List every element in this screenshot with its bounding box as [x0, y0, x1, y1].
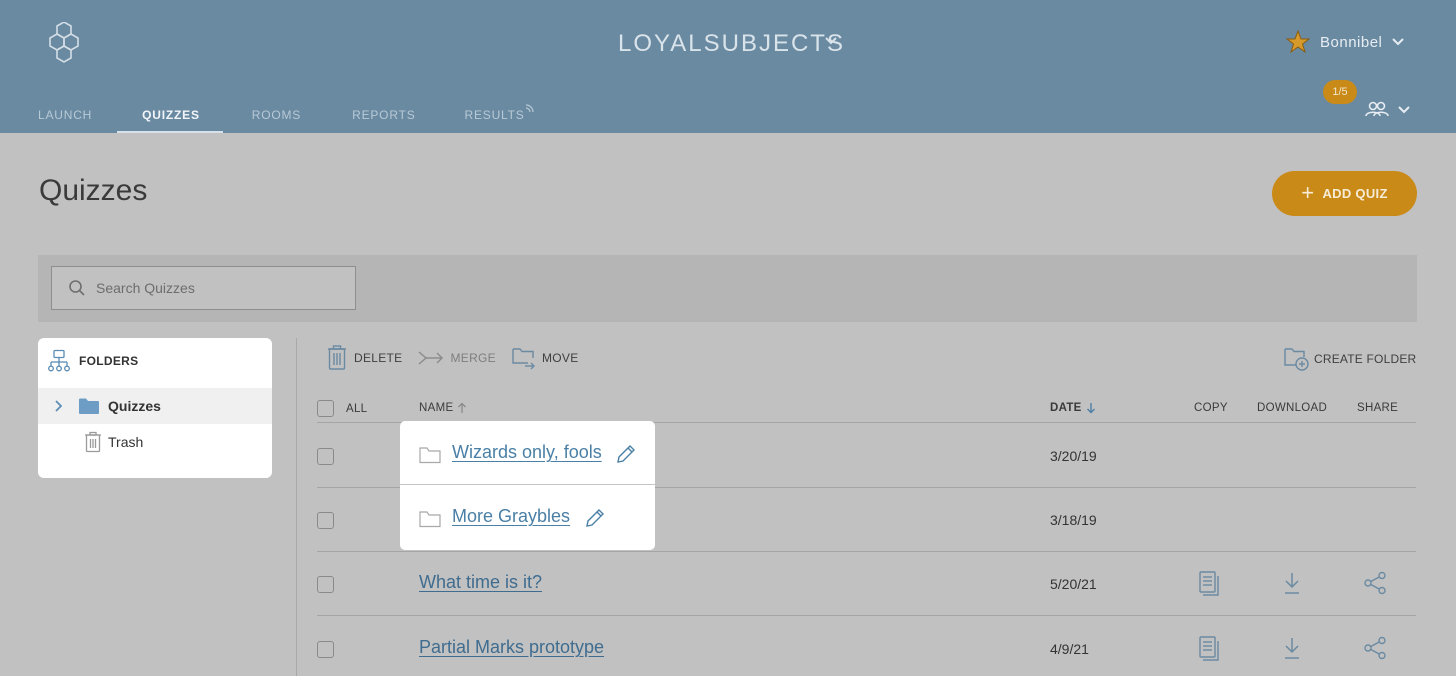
main-nav: LAUNCH QUIZZES ROOMS REPORTS RESULTS [0, 96, 534, 133]
tab-reports[interactable]: REPORTS [352, 96, 415, 133]
download-icon[interactable] [1283, 636, 1301, 660]
create-folder-icon [1284, 348, 1309, 371]
table-row[interactable]: Partial Marks prototype 4/9/21 [317, 617, 1416, 676]
app-logo-icon[interactable] [44, 22, 84, 66]
sort-up-icon [458, 402, 467, 413]
account-name[interactable]: LOYALSUBJECTS [618, 30, 845, 58]
sort-down-icon [1086, 403, 1095, 414]
plus-icon: + [1301, 179, 1315, 205]
page-title: Quizzes [39, 174, 148, 207]
date-header-label: DATE [1050, 402, 1082, 414]
user-menu[interactable]: Bonnibel [1286, 30, 1405, 54]
date-column-header[interactable]: DATE [1050, 402, 1096, 414]
rooms-users-icon[interactable] [1364, 100, 1390, 118]
pencil-icon[interactable] [616, 444, 636, 464]
trash-icon [328, 345, 346, 370]
tab-launch[interactable]: LAUNCH [38, 96, 92, 133]
folders-heading-label: FOLDERS [79, 354, 139, 368]
search-input[interactable] [96, 280, 346, 296]
folder-name-link[interactable]: More Graybles [452, 506, 570, 527]
live-signal-icon [525, 104, 534, 113]
search-box[interactable] [51, 266, 356, 310]
folder-icon [419, 447, 441, 464]
move-label: MOVE [542, 351, 579, 365]
create-folder-label: CREATE FOLDER [1314, 352, 1417, 366]
folder-item-trash[interactable]: Trash [38, 424, 272, 460]
star-icon [1286, 30, 1310, 54]
row-date: 3/18/19 [1050, 512, 1097, 528]
copy-icon[interactable] [1199, 636, 1219, 662]
row-checkbox[interactable] [317, 448, 334, 465]
table-row[interactable]: What time is it? 5/20/21 [317, 552, 1416, 616]
quiz-name-link[interactable]: Partial Marks prototype [419, 637, 604, 658]
tab-rooms[interactable]: ROOMS [252, 96, 301, 133]
download-column-header: DOWNLOAD [1257, 402, 1328, 414]
add-quiz-button[interactable]: + ADD QUIZ [1272, 171, 1417, 216]
merge-button[interactable]: MERGE [418, 350, 496, 366]
name-header-label: NAME [419, 402, 454, 414]
folder-icon [79, 398, 99, 414]
folder-name-link[interactable]: Wizards only, fools [452, 442, 602, 463]
copy-column-header: COPY [1194, 402, 1228, 414]
tab-quizzes[interactable]: QUIZZES [117, 96, 223, 133]
chevron-down-icon[interactable] [1398, 106, 1410, 114]
share-icon[interactable] [1363, 571, 1387, 595]
folders-panel: FOLDERS Quizzes Trash [38, 338, 272, 478]
row-checkbox[interactable] [317, 576, 334, 593]
chevron-down-icon[interactable] [824, 36, 838, 46]
search-icon [69, 280, 85, 296]
delete-button[interactable]: DELETE [326, 345, 402, 371]
create-folder-button[interactable]: CREATE FOLDER [1284, 346, 1416, 372]
folder-highlight: Wizards only, fools More Graybles [400, 421, 655, 550]
select-all[interactable]: ALL [317, 400, 367, 417]
download-icon[interactable] [1283, 571, 1301, 595]
rooms-badge: 1/5 [1323, 80, 1357, 104]
share-icon[interactable] [1363, 636, 1387, 660]
folder-row[interactable]: Wizards only, fools [400, 421, 655, 485]
chevron-down-icon [1392, 38, 1405, 46]
tab-results-label: RESULTS [464, 108, 525, 122]
delete-label: DELETE [354, 351, 403, 365]
chevron-right-icon [55, 400, 62, 412]
list-toolbar: DELETE MERGE MOVE [326, 345, 595, 371]
row-date: 3/20/19 [1050, 448, 1097, 464]
row-date: 5/20/21 [1050, 576, 1097, 592]
trash-icon [85, 431, 101, 453]
move-folder-icon [512, 348, 535, 370]
share-column-header: SHARE [1357, 402, 1399, 414]
top-header: LOYALSUBJECTS Bonnibel LAUNCH QUIZZES RO… [0, 0, 1456, 133]
tab-results[interactable]: RESULTS [465, 96, 534, 133]
pencil-icon[interactable] [585, 508, 605, 528]
folder-row[interactable]: More Graybles [400, 485, 655, 549]
merge-label: MERGE [450, 351, 496, 365]
folder-icon [419, 511, 441, 528]
user-name: Bonnibel [1320, 33, 1383, 51]
folder-label: Quizzes [108, 398, 161, 414]
row-checkbox[interactable] [317, 512, 334, 529]
panel-divider [296, 338, 297, 676]
move-button[interactable]: MOVE [512, 346, 579, 370]
add-quiz-label: ADD QUIZ [1322, 186, 1388, 201]
folder-item-quizzes[interactable]: Quizzes [38, 388, 272, 424]
row-date: 4/9/21 [1050, 641, 1089, 657]
quiz-name-link[interactable]: What time is it? [419, 572, 542, 593]
copy-icon[interactable] [1199, 571, 1219, 597]
select-all-checkbox[interactable] [317, 400, 334, 417]
search-band [38, 255, 1417, 322]
folders-heading: FOLDERS [47, 349, 138, 373]
all-label: ALL [346, 402, 368, 415]
folder-expand[interactable] [38, 400, 78, 412]
row-checkbox[interactable] [317, 641, 334, 658]
name-column-header[interactable]: NAME [419, 402, 467, 414]
folder-tree-icon [48, 349, 70, 372]
folder-label: Trash [108, 434, 144, 450]
merge-icon [419, 351, 444, 365]
table-header: ALL NAME DATE COPY DOWNLOAD SHARE [317, 396, 1416, 423]
